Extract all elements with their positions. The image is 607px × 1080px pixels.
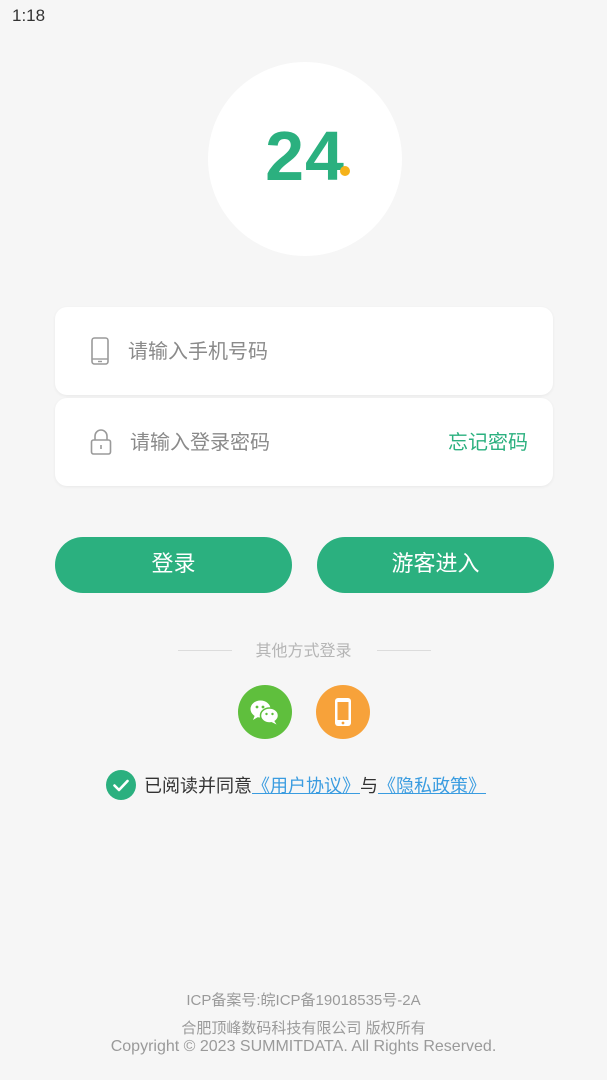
copyright-text: Copyright © 2023 SUMMITDATA. All Rights … [110, 1038, 497, 1055]
lock-icon [89, 428, 113, 456]
logo-dot [340, 166, 350, 176]
agreement-row: 已阅读并同意 《用户协议》 与 《隐私政策》 [106, 770, 486, 800]
login-button[interactable]: 登录 [55, 537, 292, 593]
agreement-prefix: 已阅读并同意 [144, 776, 252, 797]
status-bar-time: 1:18 [12, 6, 46, 25]
logo-text: 24 [265, 117, 345, 195]
agreement-connector: 与 [360, 776, 378, 797]
user-agreement-link[interactable]: 《用户协议》 [252, 772, 360, 798]
guest-login-button[interactable]: 游客进入 [317, 537, 554, 593]
app-logo: 24 [208, 62, 402, 256]
login-page: 1:18 24 请输入手机号码 请输入登录密码 忘记密码 登录 游客进入 其他方… [0, 0, 607, 1080]
phone-input[interactable]: 请输入手机号码 [128, 307, 268, 395]
other-login-label: 其他方式登录 [255, 641, 352, 660]
phone-login-button[interactable] [316, 685, 370, 739]
forgot-password-link[interactable]: 忘记密码 [448, 398, 528, 486]
privacy-policy-link[interactable]: 《隐私政策》 [378, 772, 486, 798]
wechat-login-button[interactable] [238, 685, 292, 739]
password-input[interactable]: 请输入登录密码 [130, 398, 270, 486]
check-icon [106, 779, 136, 804]
phone-field[interactable]: 请输入手机号码 [55, 307, 553, 395]
phone-icon [89, 337, 113, 365]
icp-record: ICP备案号:皖ICP备19018535号-2A [186, 992, 421, 1009]
password-field[interactable]: 请输入登录密码 忘记密码 [55, 398, 553, 486]
divider-line [377, 650, 431, 651]
agreement-checkbox[interactable] [106, 770, 136, 800]
company-name: 合肥顶峰数码科技有限公司 版权所有 [181, 1020, 426, 1037]
other-login-divider: 其他方式登录 [0, 640, 607, 662]
